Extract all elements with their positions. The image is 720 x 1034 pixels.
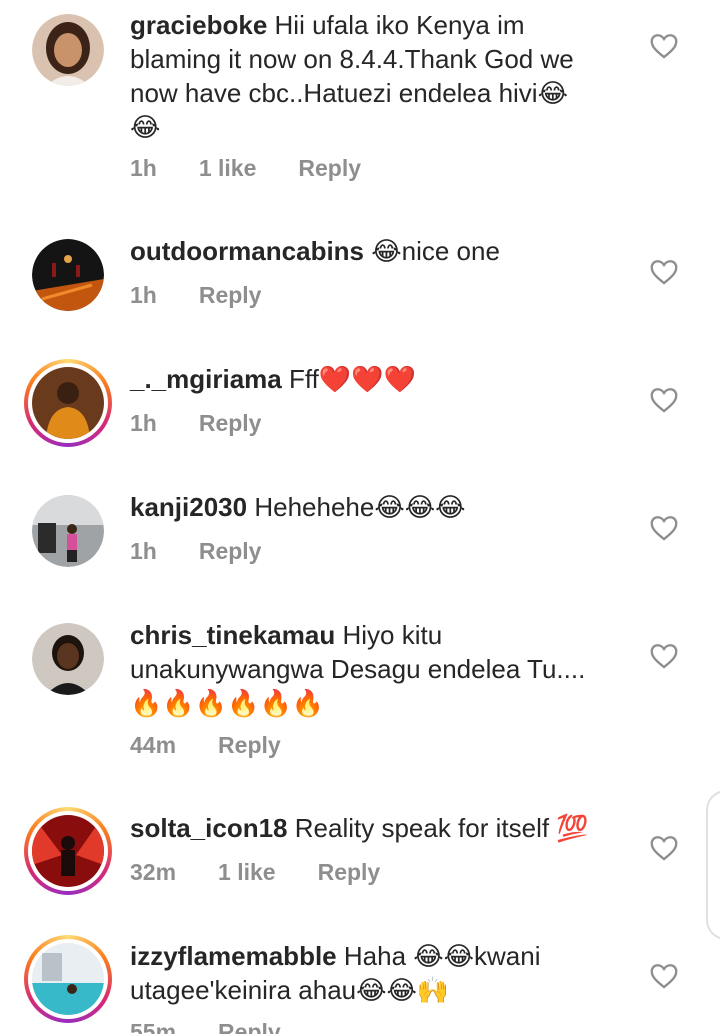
comment-body-line: Hehehehe😂😂😂	[254, 492, 466, 522]
avatar-image	[32, 495, 104, 567]
avatar-story-ring[interactable]	[24, 935, 112, 1023]
avatar[interactable]	[32, 14, 104, 86]
comment-username[interactable]: chris_tinekamau	[130, 620, 335, 650]
comment-body-line: Fff❤️❤️❤️	[288, 364, 416, 394]
comment-body-line: Hiyo kitu	[342, 620, 443, 650]
comment-text: izzyflamemabble Haha 😂😂kwani utagee'kein…	[130, 939, 620, 1007]
comment-likes[interactable]: 1 like	[199, 155, 257, 182]
reply-button[interactable]: Reply	[318, 859, 381, 886]
comment-time: 44m	[130, 732, 177, 758]
avatar[interactable]	[32, 623, 104, 695]
heart-outline-icon[interactable]	[650, 33, 678, 59]
comment-username[interactable]: solta_icon18	[130, 813, 288, 843]
comment-body-line: utagee'keinira ahau😂😂🙌	[130, 975, 450, 1005]
comment-meta: 1h Reply	[130, 538, 303, 565]
comment-text: outdoormancabins 😂nice one	[130, 234, 620, 268]
avatar-image	[32, 815, 104, 887]
comment-username[interactable]: outdoormancabins	[130, 236, 364, 266]
comment-time: 1h	[130, 410, 157, 436]
avatar-story-ring[interactable]	[24, 359, 112, 447]
heart-outline-icon[interactable]	[650, 643, 678, 669]
comment-body-line: unakunywangwa Desagu endelea Tu....	[130, 654, 586, 684]
reply-button[interactable]: Reply	[199, 538, 262, 565]
comment-likes[interactable]: 1 like	[218, 859, 276, 886]
comment-meta: 1h Reply	[130, 410, 303, 437]
avatar-story-ring[interactable]	[24, 807, 112, 895]
avatar[interactable]	[32, 495, 104, 567]
avatar-image	[32, 943, 104, 1015]
comment-username[interactable]: gracieboke	[130, 10, 267, 40]
comment-meta: 55m Reply	[130, 1019, 323, 1034]
comment-time: 1h	[130, 538, 157, 564]
comment-body-line: Reality speak for itself 💯	[294, 813, 589, 843]
comment-body-line: now have cbc..Hatuezi endelea hivi😂	[130, 78, 568, 108]
avatar-image	[32, 367, 104, 439]
comment-time: 55m	[130, 1019, 177, 1034]
comment-username[interactable]: kanji2030	[130, 492, 247, 522]
comment-meta: 1h 1 like Reply	[130, 155, 403, 182]
heart-outline-icon[interactable]	[650, 963, 678, 989]
comment-body-line: Haha 😂😂kwani	[343, 941, 541, 971]
comment-username[interactable]: _._mgiriama	[130, 364, 282, 394]
comment-body-line: 😂	[130, 112, 161, 142]
comment-text: chris_tinekamau Hiyo kitu unakunywangwa …	[130, 618, 620, 720]
avatar-image	[32, 239, 104, 311]
comment-meta: 1h Reply	[130, 282, 303, 309]
reply-button[interactable]: Reply	[218, 1019, 281, 1034]
heart-outline-icon[interactable]	[650, 259, 678, 285]
reply-button[interactable]: Reply	[298, 155, 361, 182]
side-panel-handle[interactable]	[706, 790, 720, 940]
comment-time: 1h	[130, 155, 157, 181]
heart-outline-icon[interactable]	[650, 387, 678, 413]
avatar-image	[32, 623, 104, 695]
comment-text: kanji2030 Hehehehe😂😂😂	[130, 490, 620, 524]
heart-outline-icon[interactable]	[650, 835, 678, 861]
comment-username[interactable]: izzyflamemabble	[130, 941, 337, 971]
reply-button[interactable]: Reply	[199, 282, 262, 309]
comment-text: gracieboke Hii ufala iko Kenya im blamin…	[130, 8, 620, 144]
comment-text: _._mgiriama Fff❤️❤️❤️	[130, 362, 620, 396]
avatar[interactable]	[32, 239, 104, 311]
comment-body-line: blaming it now on 8.4.4.Thank God we	[130, 44, 574, 74]
comment-meta: 32m 1 like Reply	[130, 859, 422, 886]
reply-button[interactable]: Reply	[199, 410, 262, 437]
comment-time: 1h	[130, 282, 157, 308]
comment-body-line: 🔥🔥🔥🔥🔥🔥	[130, 688, 325, 718]
heart-outline-icon[interactable]	[650, 515, 678, 541]
comment-body-line: 😂nice one	[371, 236, 500, 266]
reply-button[interactable]: Reply	[218, 732, 281, 759]
comment-time: 32m	[130, 859, 177, 885]
comment-text: solta_icon18 Reality speak for itself 💯	[130, 811, 620, 845]
comment-body-line: Hii ufala iko Kenya im	[274, 10, 525, 40]
comment-meta: 44m Reply	[130, 732, 323, 759]
avatar-image	[32, 14, 104, 86]
